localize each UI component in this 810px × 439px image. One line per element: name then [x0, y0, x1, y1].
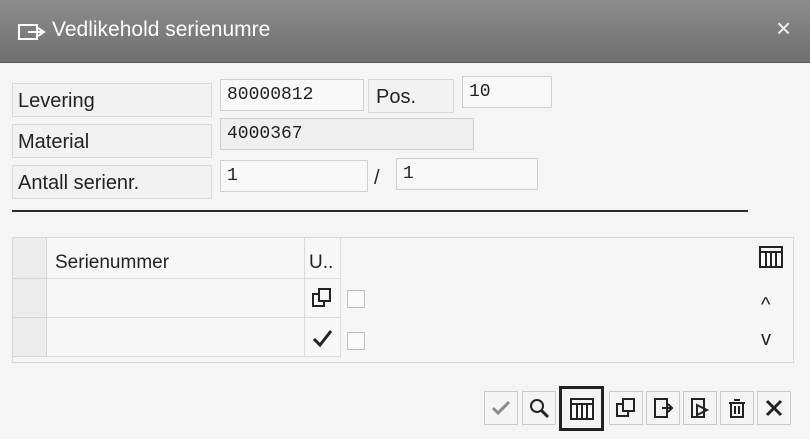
row-selector-1[interactable]: [13, 279, 47, 318]
material-label: Material: [18, 131, 90, 153]
confirm-button[interactable]: [484, 391, 518, 425]
copy-icon: [616, 398, 635, 417]
serial-table: Serienummer U.. ^ v: [12, 237, 794, 363]
row-1-checkbox[interactable]: [347, 290, 365, 308]
delete-button[interactable]: [720, 391, 754, 425]
antall-field[interactable]: 1: [220, 160, 368, 192]
levering-label: Levering: [18, 90, 95, 112]
material-field[interactable]: 4000367: [220, 118, 474, 150]
checkmark-icon[interactable]: [311, 328, 333, 348]
scroll-up-icon[interactable]: ^: [761, 294, 770, 317]
confirm-check-icon: [491, 400, 511, 416]
col-header-u: U..: [309, 252, 334, 273]
table-row-1-u[interactable]: [305, 279, 341, 318]
scroll-down-icon[interactable]: v: [761, 328, 771, 351]
cancel-icon: [765, 399, 783, 417]
copy-icon[interactable]: [311, 287, 333, 309]
antall-label: Antall serienr.: [18, 172, 140, 194]
pos-label: Pos.: [376, 86, 417, 108]
table-row-2-u[interactable]: [305, 318, 341, 357]
export-button[interactable]: [683, 391, 717, 425]
columns-icon: [569, 397, 594, 420]
separator-line: [12, 210, 748, 212]
header-row-selector: [13, 238, 47, 279]
table-row-1-serial[interactable]: [47, 279, 305, 318]
title-bar: Vedlikehold serienumre ×: [0, 0, 810, 63]
antall-separator: /: [374, 167, 380, 189]
col-header-serienummer: Serienummer: [55, 252, 170, 273]
row-2-checkbox[interactable]: [347, 332, 365, 350]
export-icon: [691, 398, 710, 418]
levering-field[interactable]: 80000812: [220, 79, 364, 111]
close-icon[interactable]: ×: [776, 14, 791, 42]
column-settings-icon[interactable]: [759, 246, 783, 268]
find-icon: [530, 399, 550, 419]
serial-number-dialog: Vedlikehold serienumre × Levering 800008…: [0, 0, 810, 439]
find-button[interactable]: [522, 391, 556, 425]
dialog-title: Vedlikehold serienumre: [52, 18, 271, 41]
table-row-2-serial[interactable]: [47, 318, 305, 357]
pos-field[interactable]: 10: [462, 76, 552, 108]
antall-total-field[interactable]: 1: [396, 158, 538, 190]
cancel-button[interactable]: [757, 391, 791, 425]
copy-button[interactable]: [609, 391, 643, 425]
dialog-icon: [18, 24, 46, 40]
columns-button[interactable]: [559, 386, 604, 431]
delete-icon: [729, 399, 745, 418]
import-button[interactable]: [646, 391, 680, 425]
import-icon: [654, 398, 674, 418]
row-selector-2[interactable]: [13, 318, 47, 357]
